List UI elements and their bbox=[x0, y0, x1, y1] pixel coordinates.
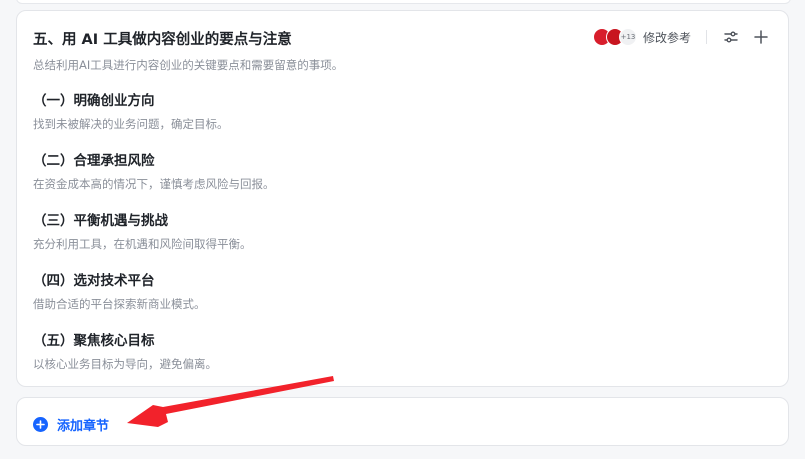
add-section-label: 添加章节 bbox=[57, 419, 110, 434]
outline-section-card: 五、用 AI 工具做内容创业的要点与注意 +13 修改参考 总结利用AI工具进行… bbox=[16, 10, 789, 387]
sliders-icon bbox=[724, 31, 738, 43]
add-section-button[interactable]: 添加章节 bbox=[16, 397, 789, 446]
add-button[interactable] bbox=[750, 26, 772, 48]
subsection-description: 借助合适的平台探索新商业模式。 bbox=[33, 297, 206, 311]
previous-card-edge bbox=[16, 0, 791, 4]
subsection-heading: （五）聚焦核心目标 bbox=[33, 333, 155, 349]
subsection-description: 在资金成本高的情况下，谨慎考虑风险与回报。 bbox=[33, 177, 275, 191]
subsection: （五）聚焦核心目标 以核心业务目标为导向，避免偏离。 bbox=[33, 332, 217, 372]
divider bbox=[706, 30, 707, 44]
page: 五、用 AI 工具做内容创业的要点与注意 +13 修改参考 总结利用AI工具进行… bbox=[0, 0, 805, 459]
subsection: （三）平衡机遇与挑战 充分利用工具，在机遇和风险间取得平衡。 bbox=[33, 212, 252, 252]
subsection: （二）合理承担风险 在资金成本高的情况下，谨慎考虑风险与回报。 bbox=[33, 152, 275, 192]
add-section-content: 添加章节 bbox=[33, 415, 109, 434]
card-title: 五、用 AI 工具做内容创业的要点与注意 bbox=[33, 32, 292, 48]
subsection: （四）选对技术平台 借助合适的平台探索新商业模式。 bbox=[33, 272, 206, 312]
subsection-description: 以核心业务目标为导向，避免偏离。 bbox=[33, 357, 217, 371]
card-description: 总结利用AI工具进行内容创业的关键要点和需要留意的事项。 bbox=[33, 58, 344, 72]
subsection-heading: （三）平衡机遇与挑战 bbox=[33, 213, 168, 229]
subsection-heading: （一）明确创业方向 bbox=[33, 93, 155, 109]
subsection-description: 充分利用工具，在机遇和风险间取得平衡。 bbox=[33, 237, 252, 251]
plus-circle-icon bbox=[33, 417, 48, 432]
subsection: （一）明确创业方向 找到未被解决的业务问题，确定目标。 bbox=[33, 92, 229, 132]
subsection-heading: （二）合理承担风险 bbox=[33, 153, 155, 169]
avatar-more-count: +13 bbox=[618, 28, 637, 46]
subsection-description: 找到未被解决的业务问题，确定目标。 bbox=[33, 117, 229, 131]
plus-icon bbox=[754, 30, 768, 44]
reference-avatars[interactable]: +13 bbox=[592, 28, 637, 46]
modify-reference-button[interactable]: 修改参考 bbox=[643, 29, 691, 46]
settings-button[interactable] bbox=[720, 26, 742, 48]
card-actions: +13 修改参考 bbox=[592, 26, 772, 48]
subsection-heading: （四）选对技术平台 bbox=[33, 273, 155, 289]
